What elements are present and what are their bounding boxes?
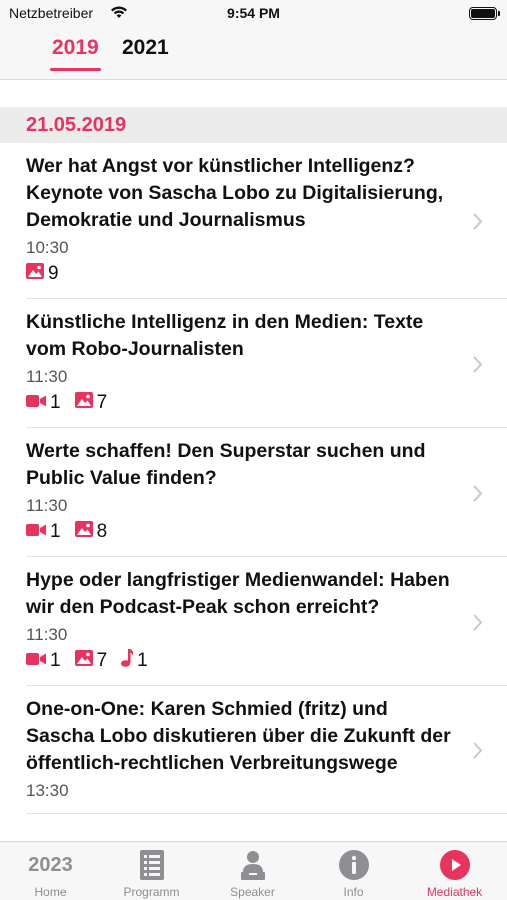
image-count: 8 [96, 521, 108, 542]
chevron-right-icon [473, 213, 483, 235]
session-time: 11:30 [26, 496, 68, 515]
image-icon [26, 263, 44, 285]
section-header-date: 21.05.2019 [0, 107, 507, 143]
session-title: Hype oder langfristiger Medienwandel: Ha… [26, 569, 450, 618]
video-count: 1 [50, 521, 61, 542]
tab-speaker-label: Speaker [230, 885, 275, 899]
session-time: 10:30 [26, 238, 69, 257]
image-count-badge: 7 [74, 650, 108, 672]
session-title: Künstliche Intelligenz in den Medien: Te… [26, 311, 424, 360]
image-count-badge: 8 [74, 521, 108, 543]
session-time: 13:30 [26, 781, 69, 800]
session-row[interactable]: Werte schaffen! Den Superstar suchen und… [0, 428, 507, 557]
status-time: 9:54 PM [227, 5, 280, 21]
tab-year-2019[interactable]: 2019 [50, 36, 101, 71]
status-bar: Netzbetreiber 9:54 PM [0, 0, 507, 28]
tab-mediathek[interactable]: Mediathek [404, 842, 505, 900]
chevron-right-icon [473, 614, 483, 636]
video-count: 1 [50, 650, 61, 671]
media-badges: 17 [26, 389, 457, 417]
play-icon [404, 849, 505, 881]
tab-speaker[interactable]: Speaker [202, 842, 303, 900]
session-time: 11:30 [26, 625, 68, 644]
media-badges: 1 7 1 [26, 647, 457, 675]
tab-mediathek-label: Mediathek [426, 885, 483, 899]
video-count: 1 [50, 392, 61, 413]
row-divider [26, 813, 507, 814]
chevron-right-icon [473, 742, 483, 764]
audio-count: 1 [137, 650, 148, 671]
audio-count-badge: 1 [121, 649, 148, 673]
media-badges: 9 [26, 260, 457, 288]
tab-year-2021[interactable]: 2021 [120, 36, 171, 60]
list-icon [101, 849, 202, 881]
video-count-badge: 1 [26, 521, 61, 543]
section-date: 21.05.2019 [26, 114, 127, 136]
session-row[interactable]: One-on-One: Karen Schmied (fritz) und Sa… [0, 686, 507, 814]
video-count-badge: 1 [26, 650, 61, 672]
tab-programm-label: Programm [123, 885, 180, 899]
session-time: 11:30 [26, 367, 68, 386]
session-list[interactable]: Wer hat Angst vor künstlicher Intelligen… [0, 143, 507, 841]
tab-home-label: Home [34, 885, 67, 899]
image-icon [74, 392, 93, 414]
speaker-person-icon [202, 849, 303, 881]
battery-icon [469, 7, 500, 20]
tab-home[interactable]: 2023 Home [0, 842, 101, 900]
music-note-icon [121, 649, 134, 673]
image-count-badge: 9 [26, 263, 59, 285]
info-icon [303, 849, 404, 881]
image-icon [74, 650, 93, 672]
home-2023-icon: 2023 [28, 853, 73, 876]
media-badges: 18 [26, 518, 457, 546]
tab-info-label: Info [343, 885, 364, 899]
video-icon [26, 521, 46, 543]
tab-programm[interactable]: Programm [101, 842, 202, 900]
session-row[interactable]: Künstliche Intelligenz in den Medien: Te… [0, 299, 507, 428]
tab-info[interactable]: Info [303, 842, 404, 900]
session-row[interactable]: Wer hat Angst vor künstlicher Intelligen… [0, 143, 507, 299]
session-row[interactable]: Hype oder langfristiger Medienwandel: Ha… [0, 557, 507, 686]
video-icon [26, 650, 46, 672]
bottom-tab-bar: 2023 Home Programm Speaker Info Mediathe… [0, 841, 507, 900]
session-title: Wer hat Angst vor künstlicher Intelligen… [26, 155, 444, 231]
chevron-right-icon [473, 356, 483, 378]
image-count-badge: 7 [74, 392, 108, 414]
session-title: Werte schaffen! Den Superstar suchen und… [26, 440, 426, 489]
year-tab-bar: 2019 2021 [0, 28, 507, 80]
chevron-right-icon [473, 485, 483, 507]
video-icon [26, 392, 46, 414]
image-count: 9 [48, 263, 59, 284]
image-count: 7 [96, 392, 108, 413]
image-count: 7 [96, 650, 108, 671]
video-count-badge: 1 [26, 392, 61, 414]
session-title: One-on-One: Karen Schmied (fritz) und Sa… [26, 698, 451, 774]
image-icon [74, 521, 93, 543]
